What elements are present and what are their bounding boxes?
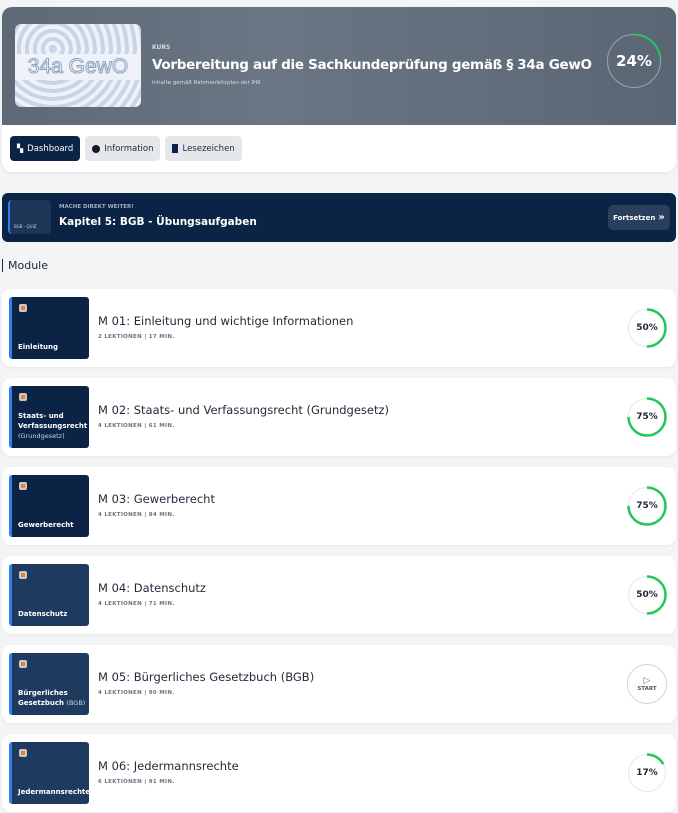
- module-title[interactable]: M 01: Einleitung und wichtige Informatio…: [98, 314, 353, 328]
- module-thumbnail-text: Gewerberecht: [18, 521, 74, 529]
- module-title[interactable]: M 03: Gewerberecht: [98, 492, 215, 506]
- module-meta: 2 LEKTIONEN | 17 MIN.: [98, 334, 175, 340]
- module-progress-ring: 75%: [627, 397, 667, 437]
- module-progress-label: 17%: [636, 768, 658, 778]
- module-thumbnail: Datenschutz: [9, 564, 89, 626]
- tab-label: Lesezeichen: [182, 143, 235, 154]
- continue-button[interactable]: Fortsetzen»: [608, 205, 670, 230]
- module-card[interactable]: Bürgerliches Gesetzbuch (BGB) M 05: Bürge…: [2, 645, 676, 723]
- course-header: 34a GewO KURS Vorbereitung auf die Sachk…: [2, 7, 676, 172]
- module-icon: [19, 660, 27, 668]
- module-icon: [19, 749, 27, 757]
- start-button[interactable]: ▷ START: [627, 664, 667, 704]
- module-thumbnail-text: Datenschutz: [18, 610, 68, 618]
- module-progress-ring: 50%: [627, 308, 667, 348]
- module-meta: 4 LEKTIONEN | 71 MIN.: [98, 601, 175, 607]
- tab-dashboard[interactable]: ▚ Dashboard: [10, 136, 81, 161]
- module-thumbnail: Staats- und Verfassungsrecht (Grundgeset…: [9, 386, 89, 448]
- course-subtitle: Inhalte gemäß Rahmenlehrplan der IHK: [152, 80, 261, 86]
- course-banner: 34a GewO KURS Vorbereitung auf die Sachk…: [2, 7, 676, 125]
- module-thumbnail-subtext: (BGB): [66, 699, 86, 707]
- module-title[interactable]: M 04: Datenschutz: [98, 581, 206, 595]
- continue-kicker: MACHE DIREKT WEITER!: [59, 204, 134, 210]
- section-title: Module: [2, 259, 48, 272]
- module-card[interactable]: Datenschutz M 04: Datenschutz 4 LEKTIONEN …: [2, 556, 676, 634]
- module-thumbnail-text: Einleitung: [18, 343, 59, 351]
- module-thumbnail: Bürgerliches Gesetzbuch (BGB): [9, 653, 89, 715]
- chevrons-right-icon: »: [658, 212, 665, 223]
- dashboard-icon: ▚: [17, 144, 24, 153]
- module-progress-ring: 50%: [627, 575, 667, 615]
- module-icon: [19, 304, 27, 312]
- module-meta: 4 LEKTIONEN | 61 MIN.: [98, 423, 175, 429]
- module-progress-label: 75%: [636, 412, 658, 422]
- continue-title: Kapitel 5: BGB - Übungsaufgaben: [59, 216, 257, 228]
- tab-information[interactable]: Information: [85, 136, 161, 161]
- continue-button-label: Fortsetzen: [613, 213, 656, 222]
- module-card[interactable]: Gewerberecht M 03: Gewerberecht 4 LEKTIONE…: [2, 467, 676, 545]
- module-meta: 4 LEKTIONEN | 90 MIN.: [98, 690, 175, 696]
- module-meta: 6 LEKTIONEN | 91 MIN.: [98, 779, 175, 785]
- course-progress-label: 24%: [616, 52, 652, 70]
- module-progress-ring: 17%: [627, 753, 667, 793]
- tab-label: Information: [104, 143, 154, 154]
- module-thumbnail: Gewerberecht: [9, 475, 89, 537]
- module-progress-label: 50%: [636, 590, 658, 600]
- course-kicker: KURS: [152, 44, 171, 51]
- module-title[interactable]: M 02: Staats- und Verfassungsrecht (Grun…: [98, 403, 389, 417]
- module-thumbnail: Einleitung: [9, 297, 89, 359]
- tab-lesezeichen[interactable]: Lesezeichen: [165, 136, 242, 161]
- module-meta: 4 LEKTIONEN | 84 MIN.: [98, 512, 175, 518]
- course-progress-ring: 24%: [606, 33, 662, 89]
- bookmark-icon: [172, 144, 179, 153]
- module-thumbnail-text: Jedermannsrechte: [18, 788, 91, 796]
- module-title[interactable]: M 06: Jedermannsrechte: [98, 759, 239, 773]
- start-label: START: [637, 686, 657, 692]
- module-thumbnail-subtext: (Grundgesetz): [18, 432, 65, 440]
- play-icon: ▷: [643, 676, 651, 686]
- module-icon: [19, 393, 27, 401]
- continue-thumbnail: BGB - QUIZ: [8, 200, 51, 234]
- module-progress-ring: 75%: [627, 486, 667, 526]
- module-thumbnail-text: Staats- und Verfassungsrecht (Grundgeset…: [18, 412, 88, 440]
- module-icon: [19, 571, 27, 579]
- course-tabs: ▚ Dashboard Information Lesezeichen: [10, 136, 242, 161]
- module-progress-label: 50%: [636, 323, 658, 333]
- continue-thumbnail-text: BGB - QUIZ: [14, 224, 37, 229]
- info-icon: [92, 144, 101, 153]
- course-title: Vorbereitung auf die Sachkundeprüfung ge…: [152, 57, 592, 73]
- module-thumbnail-text: Bürgerliches Gesetzbuch (BGB): [18, 689, 86, 707]
- module-card[interactable]: Einleitung M 01: Einleitung und wichtige …: [2, 289, 676, 367]
- module-icon: [19, 482, 27, 490]
- module-card[interactable]: Staats- und Verfassungsrecht (Grundgeset…: [2, 378, 676, 456]
- course-thumbnail: 34a GewO: [15, 24, 141, 107]
- module-card[interactable]: Jedermannsrechte M 06: Jedermannsrechte 6 …: [2, 734, 676, 812]
- module-progress-label: 75%: [636, 501, 658, 511]
- module-title[interactable]: M 05: Bürgerliches Gesetzbuch (BGB): [98, 670, 314, 684]
- course-thumbnail-text: 34a GewO: [15, 54, 141, 80]
- continue-banner[interactable]: BGB - QUIZ MACHE DIREKT WEITER! Kapitel …: [2, 193, 676, 242]
- tab-label: Dashboard: [27, 143, 74, 154]
- module-thumbnail: Jedermannsrechte: [9, 742, 91, 804]
